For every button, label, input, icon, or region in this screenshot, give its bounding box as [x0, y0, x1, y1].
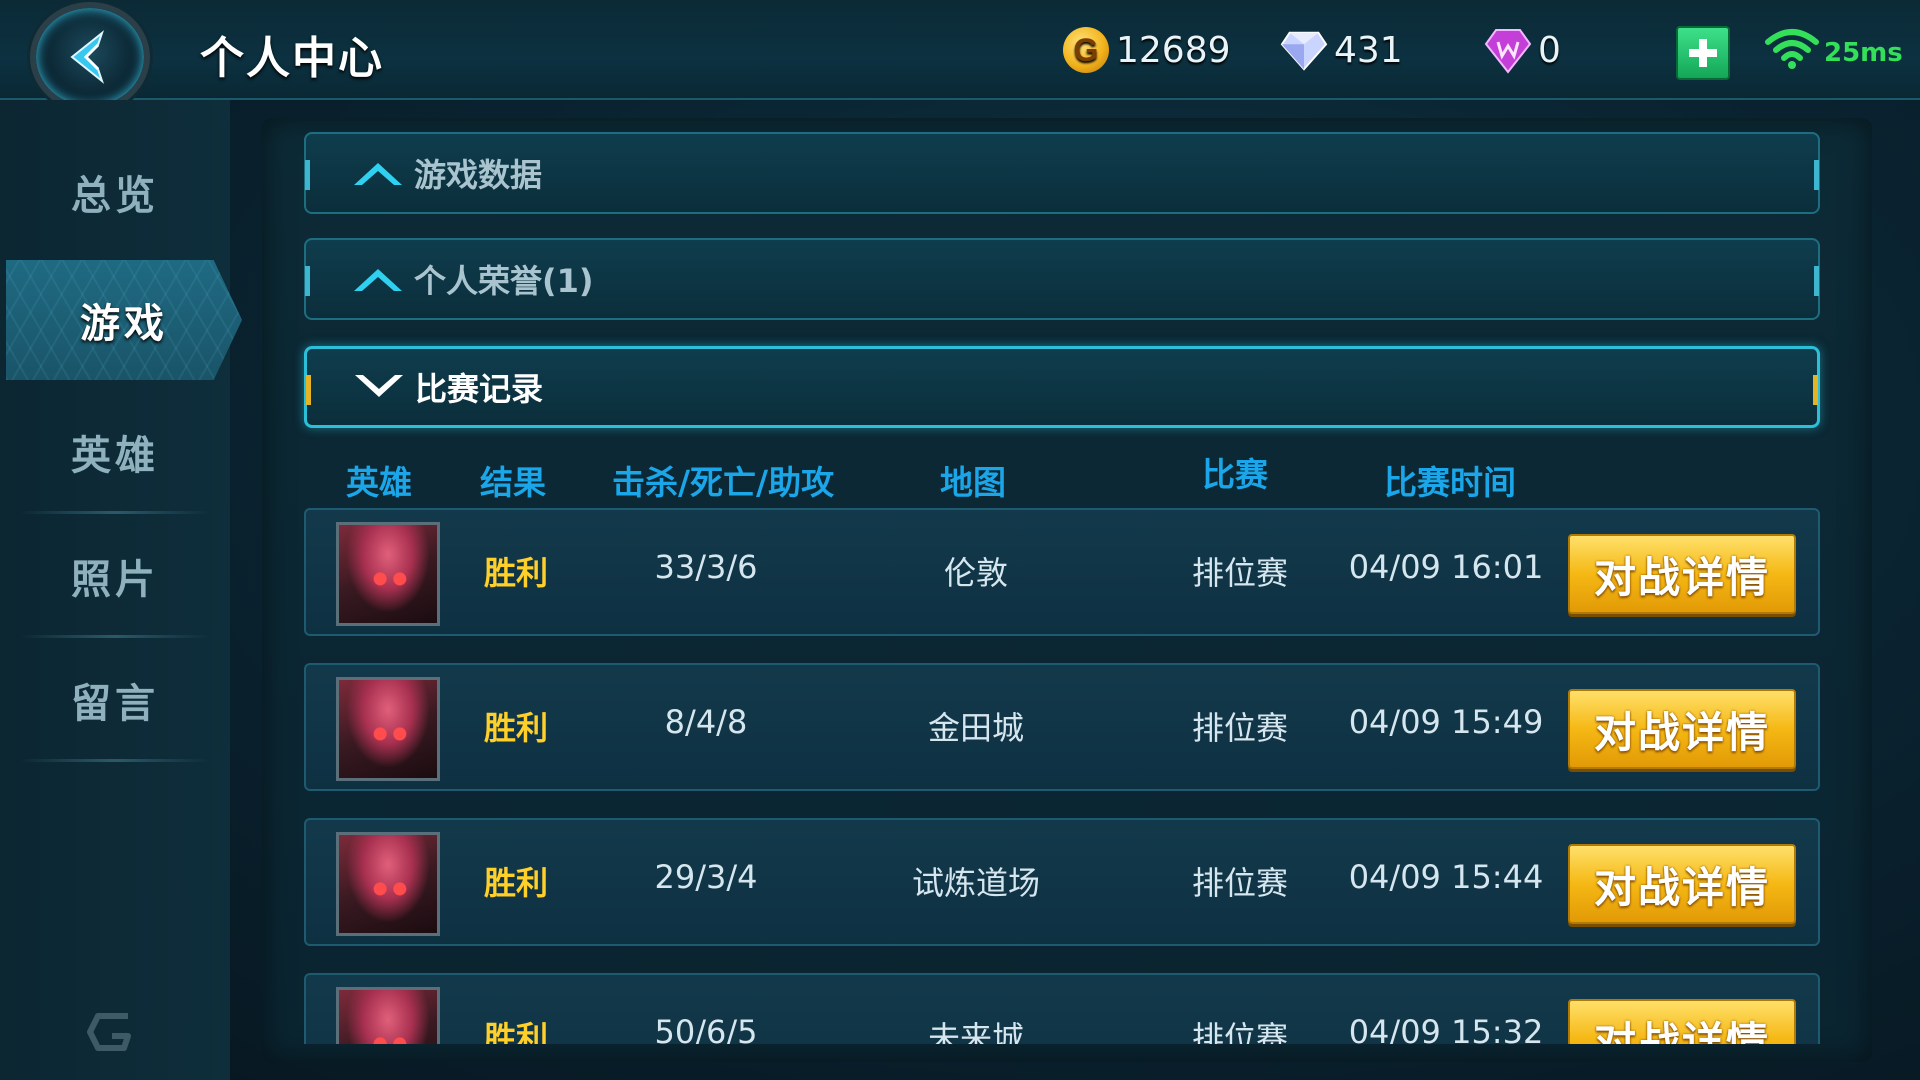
sidebar-item-photos[interactable]: 照片	[0, 514, 230, 638]
gold-coin-icon: G	[1063, 27, 1109, 73]
match-row: 胜利 33/3/6 伦敦 排位赛 04/09 16:01 对战详情	[304, 508, 1820, 636]
column-header-hero: 英雄	[346, 463, 412, 502]
match-mode: 排位赛	[1191, 554, 1289, 592]
sidebar-item-label: 照片	[71, 557, 159, 603]
wifi-icon	[1765, 29, 1819, 69]
match-map: 金田城	[927, 709, 1025, 747]
divider	[20, 759, 210, 762]
page-title: 个人中心	[200, 33, 384, 84]
hero-avatar	[336, 832, 440, 936]
recharge-plus-button[interactable]	[1676, 26, 1730, 80]
match-mode: 排位赛	[1191, 709, 1289, 747]
main-panel: 游戏数据 个人荣誉(1) 比赛记录 英雄 结果 击杀/死亡/助攻 地图 比赛 比…	[262, 118, 1872, 1062]
top-bar: 个人中心 G 12689 431 0 25ms	[0, 0, 1920, 112]
gold-balance: G 12689	[1062, 24, 1231, 76]
match-row: 胜利 8/4/8 金田城 排位赛 04/09 15:49 对战详情	[304, 663, 1820, 791]
match-list: 胜利 33/3/6 伦敦 排位赛 04/09 16:01 对战详情 胜利 8/4…	[304, 508, 1820, 1044]
chevron-up-icon	[354, 269, 402, 291]
ping-value: 25ms	[1824, 38, 1903, 68]
match-kda: 8/4/8	[664, 703, 748, 741]
sidebar-item-label: 游戏	[80, 301, 168, 347]
match-detail-button[interactable]: 对战详情	[1568, 844, 1796, 924]
sidebar-item-heroes[interactable]: 英雄	[0, 390, 230, 514]
match-detail-button[interactable]: 对战详情	[1568, 999, 1796, 1044]
hero-avatar	[336, 987, 440, 1044]
hero-avatar	[336, 677, 440, 781]
section-match-history[interactable]: 比赛记录	[304, 346, 1820, 428]
gem-balance: 0	[1484, 24, 1561, 76]
match-kda: 29/3/4	[654, 858, 758, 896]
sidebar-item-game[interactable]: 游戏	[6, 260, 242, 380]
sidebar: 总览 游戏 英雄 照片 留言	[0, 100, 242, 1080]
diamond-balance: 431	[1280, 24, 1403, 76]
sidebar-item-label: 留言	[71, 681, 159, 727]
column-header-result: 结果	[480, 463, 546, 502]
match-result: 胜利	[483, 864, 549, 902]
match-detail-button[interactable]: 对战详情	[1568, 534, 1796, 614]
match-time: 04/09 15:49	[1348, 703, 1544, 741]
hero-avatar	[336, 522, 440, 626]
table-header: 英雄 结果 击杀/死亡/助攻 地图 比赛 比赛时间	[304, 448, 1820, 508]
column-header-map: 地图	[940, 463, 1006, 502]
gem-amount: 0	[1538, 29, 1561, 71]
gold-amount: 12689	[1116, 29, 1231, 71]
diamond-icon	[1280, 31, 1328, 71]
network-status: 25ms	[1764, 28, 1903, 70]
plus-icon	[1689, 39, 1717, 67]
section-label: 比赛记录	[415, 370, 544, 408]
match-mode: 排位赛	[1191, 864, 1289, 902]
column-header-kda: 击杀/死亡/助攻	[612, 463, 835, 502]
section-label: 游戏数据	[414, 156, 543, 194]
match-time: 04/09 15:44	[1348, 858, 1544, 896]
match-map: 未来城	[927, 1019, 1025, 1044]
match-result: 胜利	[483, 554, 549, 592]
match-time: 04/09 15:32	[1348, 1013, 1544, 1044]
column-header-time: 比赛时间	[1384, 463, 1516, 502]
match-row: 胜利 29/3/4 试炼道场 排位赛 04/09 15:44 对战详情	[304, 818, 1820, 946]
section-honors[interactable]: 个人荣誉(1)	[304, 238, 1820, 320]
match-kda: 33/3/6	[654, 548, 758, 586]
match-mode: 排位赛	[1191, 1019, 1289, 1044]
sidebar-item-label: 英雄	[71, 433, 159, 479]
match-result: 胜利	[483, 709, 549, 747]
back-arrow-icon	[70, 30, 105, 84]
chevron-up-icon	[354, 163, 402, 185]
chevron-down-icon	[355, 375, 403, 397]
match-time: 04/09 16:01	[1348, 548, 1544, 586]
match-detail-button[interactable]: 对战详情	[1568, 689, 1796, 769]
sidebar-item-messages[interactable]: 留言	[0, 638, 230, 762]
game-logo-icon	[87, 1013, 131, 1051]
match-kda: 50/6/5	[654, 1013, 758, 1044]
column-header-match: 比赛	[1202, 455, 1268, 494]
back-button[interactable]	[30, 2, 150, 112]
match-row: 胜利 50/6/5 未来城 排位赛 04/09 15:32 对战详情	[304, 973, 1820, 1044]
sidebar-item-overview[interactable]: 总览	[0, 130, 230, 254]
section-game-data[interactable]: 游戏数据	[304, 132, 1820, 214]
sidebar-item-label: 总览	[71, 173, 159, 219]
section-label: 个人荣誉(1)	[414, 262, 594, 300]
match-map: 试炼道场	[911, 864, 1041, 902]
diamond-amount: 431	[1334, 29, 1403, 71]
match-result: 胜利	[483, 1019, 549, 1044]
match-map: 伦敦	[943, 554, 1009, 592]
purple-gem-icon	[1484, 29, 1532, 74]
